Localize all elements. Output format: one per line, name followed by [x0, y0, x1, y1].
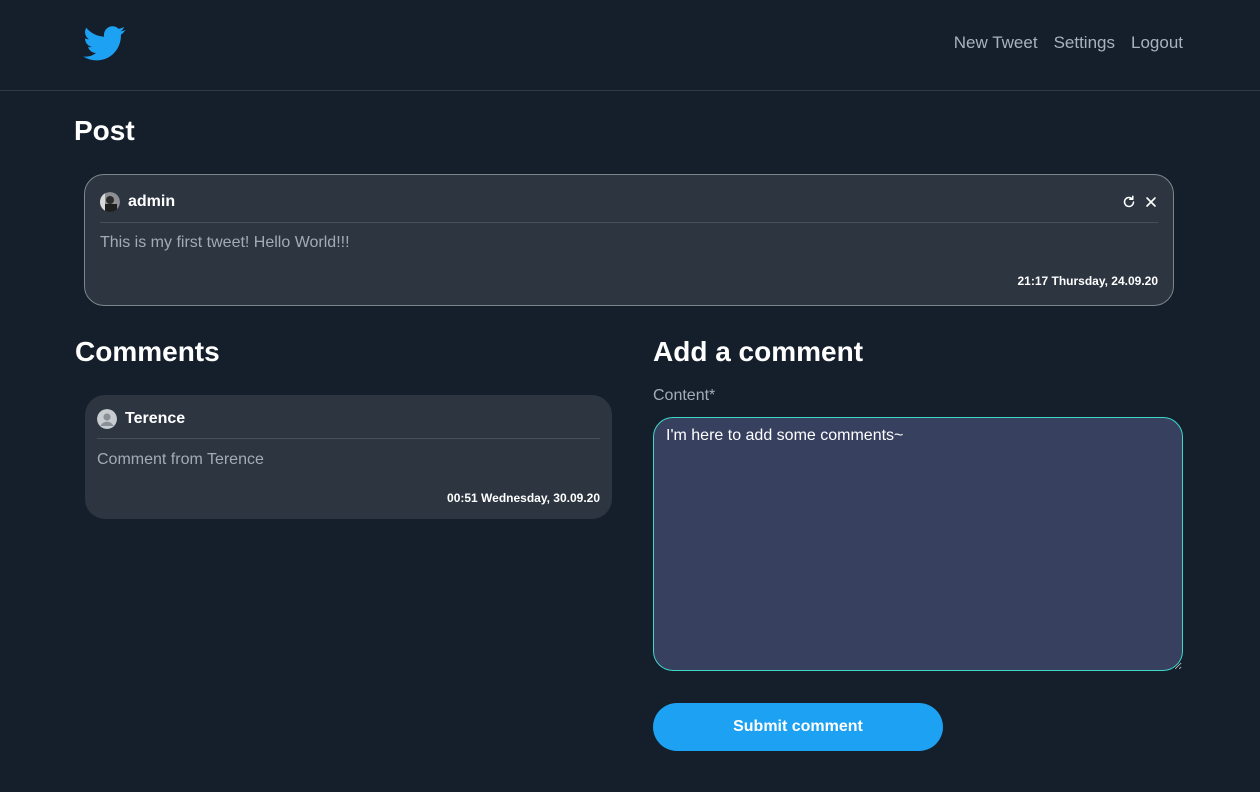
post-header: admin: [100, 192, 175, 212]
comment-header: Terence: [97, 409, 185, 429]
comment-content: Comment from Terence: [97, 451, 264, 468]
close-icon[interactable]: [1144, 195, 1158, 209]
top-navbar: New Tweet Settings Logout: [0, 0, 1260, 91]
add-comment-title: Add a comment: [653, 336, 864, 367]
post-content: This is my first tweet! Hello World!!!: [100, 234, 350, 251]
post-actions: [1122, 195, 1158, 209]
post-title: Post: [74, 115, 135, 146]
post-card: admin This is my first tweet! Hello Worl…: [84, 174, 1174, 306]
logout-link[interactable]: Logout: [1131, 33, 1183, 53]
new-tweet-link[interactable]: New Tweet: [954, 33, 1038, 53]
avatar[interactable]: [97, 409, 117, 429]
content-field-label: Content*: [653, 387, 716, 404]
comment-divider: [97, 438, 600, 439]
comment-author[interactable]: Terence: [125, 410, 185, 428]
nav-links: New Tweet Settings Logout: [954, 33, 1183, 53]
comment-timestamp: 00:51 Wednesday, 30.09.20: [447, 491, 600, 505]
post-timestamp: 21:17 Thursday, 24.09.20: [1017, 274, 1158, 288]
submit-comment-button[interactable]: Submit comment: [653, 703, 943, 751]
avatar[interactable]: [100, 192, 120, 212]
settings-link[interactable]: Settings: [1054, 33, 1115, 53]
comments-title: Comments: [75, 336, 220, 367]
post-author[interactable]: admin: [128, 193, 175, 211]
post-divider: [100, 222, 1158, 223]
comment-card: Terence Comment from Terence 00:51 Wedne…: [85, 395, 612, 519]
refresh-icon[interactable]: [1122, 195, 1136, 209]
twitter-bird-icon[interactable]: [80, 22, 130, 64]
comment-content-field[interactable]: I'm here to add some comments~: [653, 417, 1183, 671]
